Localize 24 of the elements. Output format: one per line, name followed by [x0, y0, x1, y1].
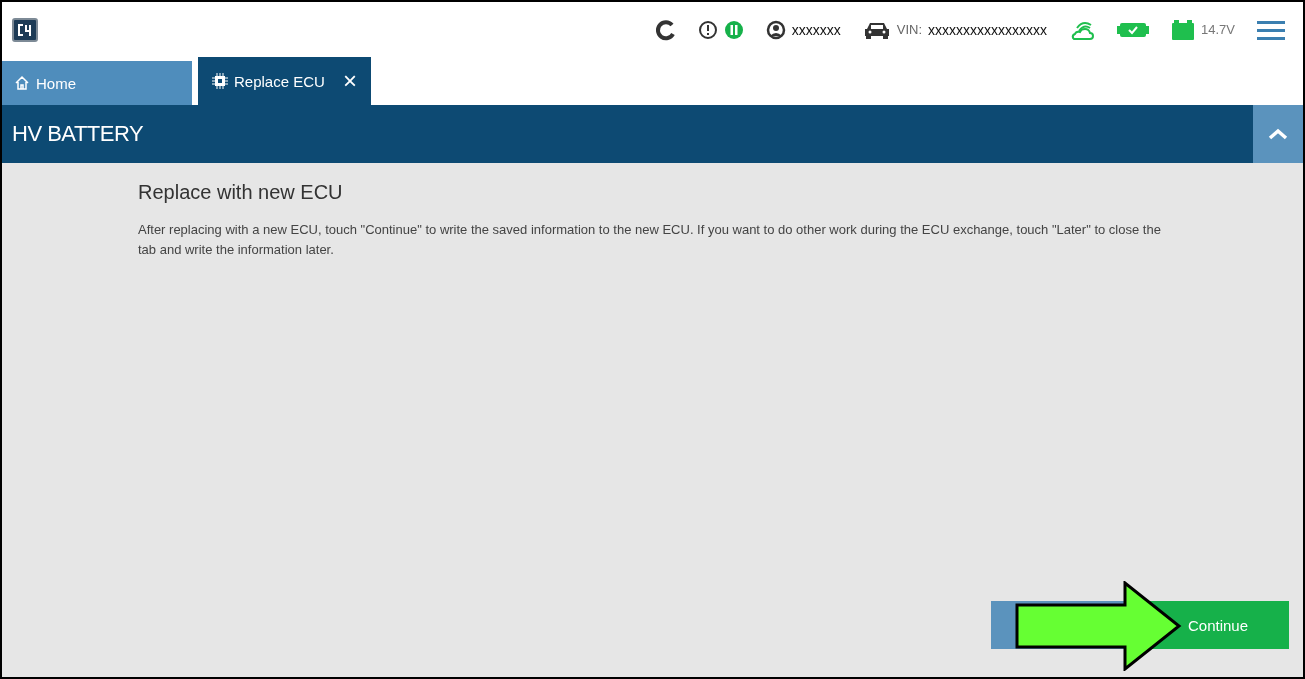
- chevron-up-icon: [1268, 128, 1288, 140]
- voltage-reading: 14.7V: [1201, 22, 1235, 37]
- section-title: HV BATTERY: [11, 121, 145, 147]
- tab[interactable]: Home: [2, 61, 192, 105]
- home-icon: [14, 75, 30, 91]
- tab-label: Replace ECU: [234, 72, 325, 90]
- vin-value: xxxxxxxxxxxxxxxxx: [928, 21, 1047, 38]
- menu-icon[interactable]: [1257, 19, 1285, 40]
- battery-icon[interactable]: [1171, 18, 1195, 41]
- collapse-button[interactable]: [1253, 105, 1303, 163]
- chip-icon: [212, 73, 228, 89]
- device-check-icon[interactable]: [1117, 20, 1149, 39]
- instruction-text: After replacing with a new ECU, touch "Continue" to write the saved information to the new ECU. If you want to do other work during the ECU exchange, touch "Later" to close the tab and write the information later.: [138, 221, 1162, 259]
- vin-label: VIN:: [896, 22, 922, 37]
- pause-icon[interactable]: [723, 19, 744, 40]
- close-tab-button[interactable]: ×: [342, 69, 357, 93]
- tab-label: Home: [36, 74, 76, 92]
- user-name: xxxxxxx: [791, 21, 841, 38]
- tab[interactable]: Replace ECU ×: [198, 57, 371, 105]
- refresh-icon[interactable]: [653, 18, 676, 41]
- content-heading: Replace with new ECU: [138, 181, 344, 204]
- user-icon[interactable]: [765, 19, 786, 40]
- alert-icon[interactable]: [697, 19, 718, 40]
- app-logo-icon: [12, 17, 38, 42]
